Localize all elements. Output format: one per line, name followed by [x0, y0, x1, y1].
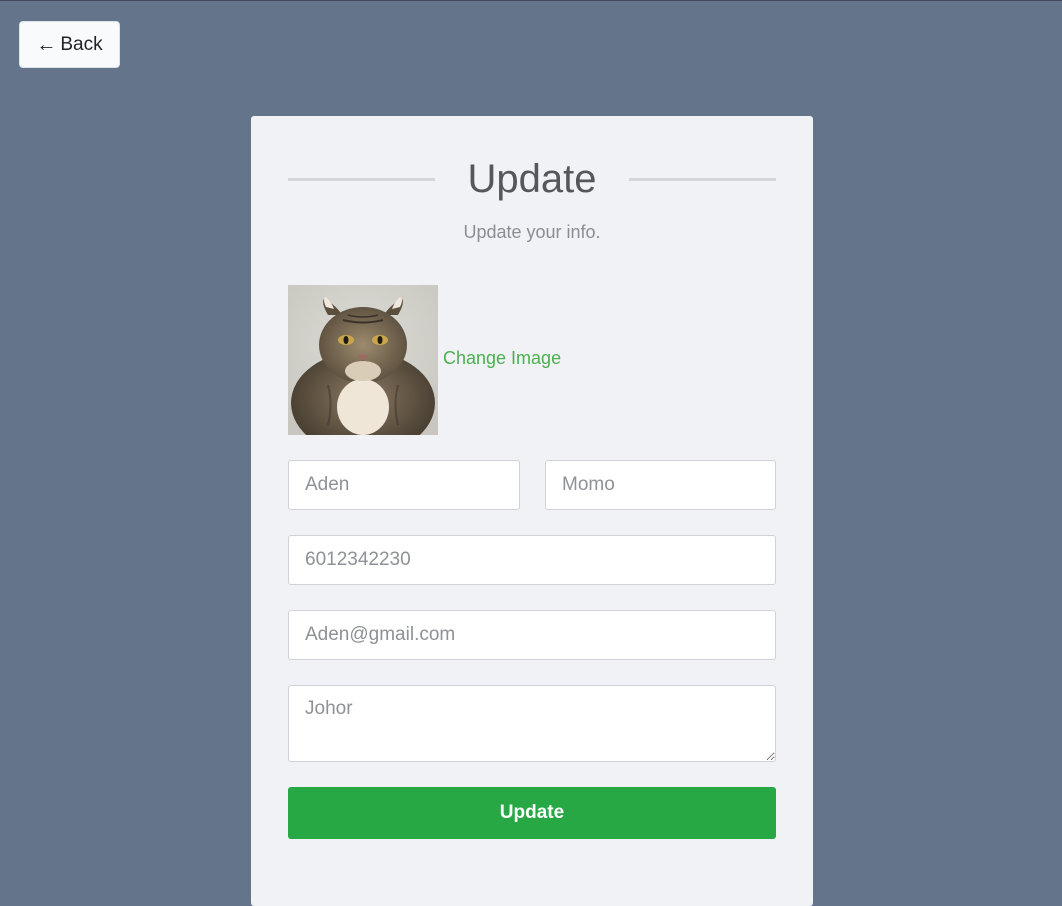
left-arrow-icon: ←	[36, 33, 57, 56]
back-button-label: Back	[60, 33, 103, 55]
address-field[interactable]	[288, 685, 776, 762]
title-row: Update	[288, 154, 776, 204]
avatar	[288, 285, 438, 435]
title-divider-right	[629, 178, 776, 181]
last-name-field[interactable]	[545, 460, 776, 510]
back-button[interactable]: ← Back	[19, 21, 120, 68]
page-subtitle: Update your info.	[463, 222, 601, 242]
first-name-field[interactable]	[288, 460, 520, 510]
update-button[interactable]: Update	[288, 787, 776, 839]
change-image-link[interactable]: Change Image	[443, 348, 561, 369]
email-field[interactable]	[288, 610, 776, 660]
phone-field[interactable]	[288, 535, 776, 585]
update-form-card: Update Update your info. Change Image Ad…	[251, 116, 813, 906]
cat-avatar-image	[288, 285, 438, 435]
